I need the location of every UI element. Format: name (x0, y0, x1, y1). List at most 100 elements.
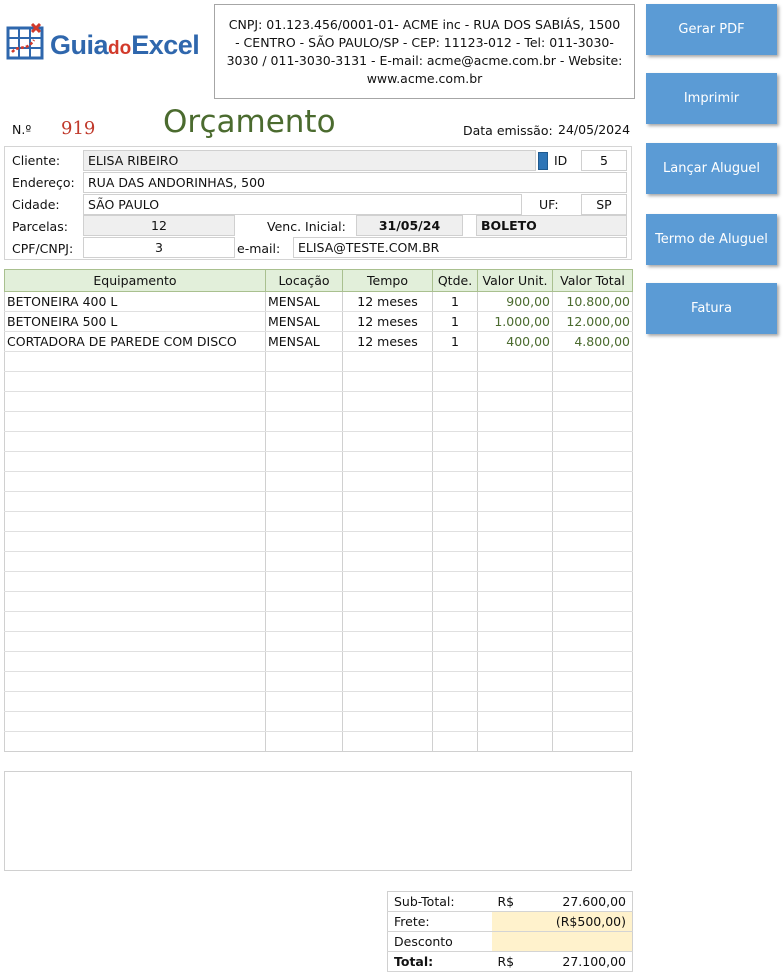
cell-total-value[interactable]: 4.800,00 (552, 331, 633, 352)
cell-qty[interactable]: 1 (432, 331, 478, 352)
empty-table-row[interactable] (4, 431, 633, 452)
empty-cell[interactable] (342, 491, 433, 512)
cell-total-value[interactable]: 10.800,00 (552, 291, 633, 312)
empty-cell[interactable] (432, 591, 478, 612)
empty-table-row[interactable] (4, 351, 633, 372)
empty-cell[interactable] (477, 731, 553, 752)
empty-cell[interactable] (432, 711, 478, 732)
empty-cell[interactable] (342, 431, 433, 452)
empty-cell[interactable] (552, 611, 633, 632)
empty-cell[interactable] (4, 451, 266, 472)
empty-cell[interactable] (432, 631, 478, 652)
empty-cell[interactable] (342, 511, 433, 532)
empty-cell[interactable] (4, 671, 266, 692)
freight-value[interactable]: (R$500,00) (491, 911, 633, 932)
empty-cell[interactable] (552, 731, 633, 752)
empty-table-row[interactable] (4, 451, 633, 472)
empty-cell[interactable] (432, 471, 478, 492)
cell-qty[interactable]: 1 (432, 291, 478, 312)
empty-cell[interactable] (4, 511, 266, 532)
empty-cell[interactable] (265, 451, 343, 472)
cell-duration[interactable]: 12 meses (342, 331, 433, 352)
empty-cell[interactable] (342, 531, 433, 552)
installments-field[interactable]: 12 (83, 215, 235, 236)
generate-pdf-button[interactable]: Gerar PDF (646, 4, 777, 55)
empty-cell[interactable] (342, 711, 433, 732)
empty-cell[interactable] (477, 531, 553, 552)
empty-cell[interactable] (4, 711, 266, 732)
empty-cell[interactable] (342, 391, 433, 412)
empty-cell[interactable] (265, 611, 343, 632)
empty-cell[interactable] (432, 431, 478, 452)
empty-cell[interactable] (4, 391, 266, 412)
empty-cell[interactable] (552, 411, 633, 432)
empty-cell[interactable] (265, 431, 343, 452)
empty-cell[interactable] (552, 471, 633, 492)
empty-table-row[interactable] (4, 711, 633, 732)
empty-cell[interactable] (552, 431, 633, 452)
empty-cell[interactable] (265, 371, 343, 392)
empty-cell[interactable] (265, 491, 343, 512)
rental-term-button[interactable]: Termo de Aluguel (646, 214, 777, 265)
empty-cell[interactable] (342, 731, 433, 752)
empty-cell[interactable] (432, 651, 478, 672)
empty-table-row[interactable] (4, 651, 633, 672)
empty-cell[interactable] (477, 391, 553, 412)
city-field[interactable]: SÃO PAULO (83, 194, 522, 215)
post-rental-button[interactable]: Lançar Aluguel (646, 143, 777, 194)
empty-cell[interactable] (552, 591, 633, 612)
empty-table-row[interactable] (4, 391, 633, 412)
cell-rental[interactable]: MENSAL (265, 291, 343, 312)
empty-cell[interactable] (477, 411, 553, 432)
empty-cell[interactable] (432, 611, 478, 632)
issue-date-value[interactable]: 24/05/2024 (558, 122, 630, 137)
empty-cell[interactable] (265, 471, 343, 492)
empty-cell[interactable] (552, 491, 633, 512)
empty-cell[interactable] (552, 711, 633, 732)
cell-unit-value[interactable]: 400,00 (477, 331, 553, 352)
empty-cell[interactable] (4, 651, 266, 672)
cell-duration[interactable]: 12 meses (342, 291, 433, 312)
empty-cell[interactable] (477, 351, 553, 372)
empty-cell[interactable] (432, 391, 478, 412)
empty-cell[interactable] (342, 671, 433, 692)
empty-cell[interactable] (477, 671, 553, 692)
empty-cell[interactable] (432, 571, 478, 592)
empty-cell[interactable] (265, 631, 343, 652)
empty-cell[interactable] (432, 551, 478, 572)
empty-table-row[interactable] (4, 371, 633, 392)
empty-cell[interactable] (4, 371, 266, 392)
empty-table-row[interactable] (4, 551, 633, 572)
print-button[interactable]: Imprimir (646, 73, 777, 124)
empty-table-row[interactable] (4, 631, 633, 652)
empty-cell[interactable] (432, 491, 478, 512)
empty-cell[interactable] (342, 571, 433, 592)
empty-cell[interactable] (4, 351, 266, 372)
empty-cell[interactable] (342, 371, 433, 392)
cell-rental[interactable]: MENSAL (265, 331, 343, 352)
email-field[interactable]: ELISA@TESTE.COM.BR (293, 237, 627, 258)
empty-cell[interactable] (477, 471, 553, 492)
cell-unit-value[interactable]: 1.000,00 (477, 311, 553, 332)
empty-cell[interactable] (265, 691, 343, 712)
empty-cell[interactable] (552, 531, 633, 552)
empty-table-row[interactable] (4, 531, 633, 552)
discount-value[interactable] (491, 931, 633, 952)
empty-cell[interactable] (432, 731, 478, 752)
empty-cell[interactable] (432, 411, 478, 432)
empty-cell[interactable] (4, 531, 266, 552)
empty-cell[interactable] (4, 691, 266, 712)
empty-cell[interactable] (4, 491, 266, 512)
empty-cell[interactable] (4, 471, 266, 492)
empty-cell[interactable] (552, 351, 633, 372)
empty-cell[interactable] (265, 731, 343, 752)
cell-unit-value[interactable]: 900,00 (477, 291, 553, 312)
empty-cell[interactable] (477, 371, 553, 392)
empty-cell[interactable] (552, 451, 633, 472)
empty-cell[interactable] (477, 711, 553, 732)
empty-cell[interactable] (4, 411, 266, 432)
uf-field[interactable]: SP (581, 194, 627, 215)
payment-method-field[interactable]: BOLETO (476, 215, 627, 236)
empty-cell[interactable] (432, 371, 478, 392)
empty-cell[interactable] (265, 711, 343, 732)
